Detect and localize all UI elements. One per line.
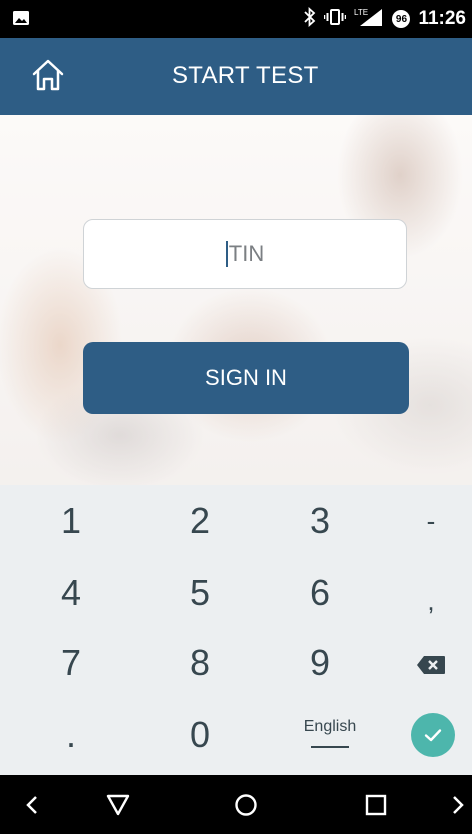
enter-key[interactable] [374,699,472,771]
key-hyphen[interactable]: - [372,485,472,557]
key-1[interactable]: 1 [12,485,130,557]
status-time: 11:26 [418,8,466,29]
app-bar: START TEST [0,38,472,115]
language-label: English [303,718,357,735]
key-0[interactable]: 0 [141,699,259,771]
lte-signal-icon: LTE [354,7,384,32]
language-key[interactable]: English [271,697,389,769]
sign-in-button[interactable]: SIGN IN [83,342,409,414]
image-notification-icon [12,9,30,27]
tin-placeholder: TIN [228,241,265,266]
key-6[interactable]: 6 [261,557,379,629]
tin-input[interactable]: TIN [83,219,407,289]
battery-icon: 96 [392,10,411,28]
key-7[interactable]: 7 [12,627,130,699]
svg-text:LTE: LTE [354,8,368,17]
home-circle-icon[interactable] [232,791,260,819]
key-9[interactable]: 9 [261,627,379,699]
main-content: TIN SIGN IN [0,115,472,485]
home-icon[interactable] [30,57,66,93]
status-bar: LTE 96 11:26 [0,0,472,38]
vibrate-icon [324,8,347,31]
text-caret [225,241,228,267]
language-underline [311,746,349,748]
backspace-key[interactable] [372,627,472,699]
key-2[interactable]: 2 [141,485,259,557]
key-3[interactable]: 3 [261,485,379,557]
key-5[interactable]: 5 [141,557,259,629]
chevron-right-icon[interactable] [448,791,468,819]
checkmark-icon [411,713,455,757]
navigation-bar [0,775,472,834]
key-period[interactable]: . [12,699,130,771]
chevron-left-icon[interactable] [22,791,42,819]
key-4[interactable]: 4 [12,557,130,629]
back-triangle-icon[interactable] [104,791,132,819]
battery-level: 96 [395,13,408,25]
recents-square-icon[interactable] [362,791,390,819]
backspace-icon [416,642,446,684]
key-8[interactable]: 8 [141,627,259,699]
numeric-keyboard: 1 2 3 - 4 5 6 , 7 8 9 . 0 English [0,485,472,775]
bluetooth-icon [304,6,316,32]
page-title: START TEST [172,62,319,89]
